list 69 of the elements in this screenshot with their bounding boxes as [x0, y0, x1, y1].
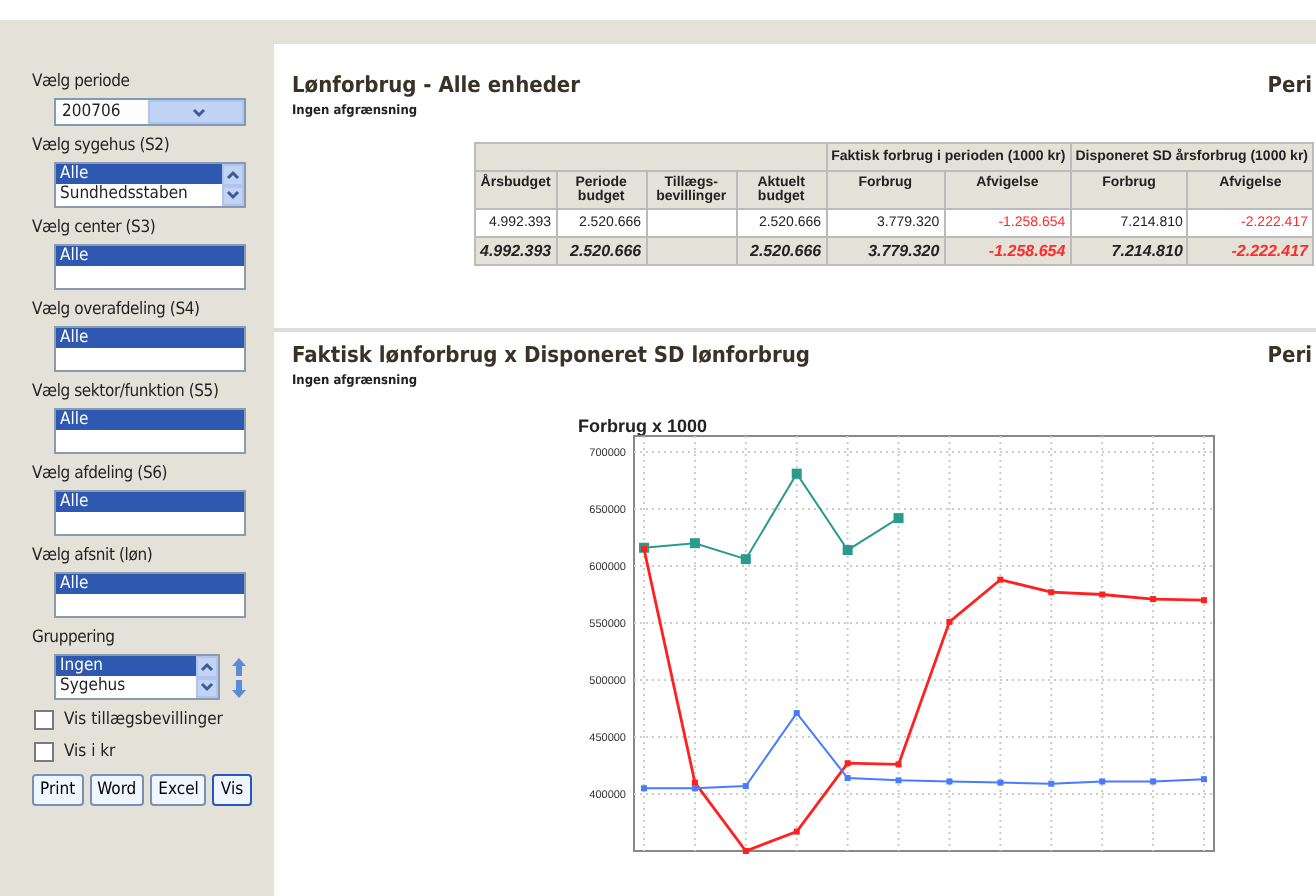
- listbox[interactable]: Alle: [54, 572, 246, 618]
- table-cell: -2.222.417: [1188, 238, 1312, 264]
- section-title: Faktisk lønforbrug x Disponeret SD lønforbrug: [292, 342, 811, 368]
- action-button[interactable]: Excel: [150, 774, 207, 806]
- point: [742, 783, 749, 790]
- table-cell: 4.992.393: [476, 238, 556, 264]
- list-option[interactable]: Alle: [56, 328, 244, 348]
- point: [997, 576, 1004, 583]
- list-option[interactable]: Alle: [56, 164, 222, 184]
- point: [1099, 778, 1106, 785]
- listbox[interactable]: Alle: [54, 490, 246, 536]
- action-button[interactable]: Print: [32, 774, 84, 806]
- table-cell: 3.779.320: [827, 238, 944, 264]
- point: [641, 785, 647, 792]
- point: [1201, 597, 1207, 604]
- listbox[interactable]: Alle: [54, 408, 246, 454]
- filter-label: Gruppering: [32, 628, 115, 648]
- list-option[interactable]: Alle: [56, 492, 244, 512]
- table-cell: -1.258.654: [945, 238, 1070, 264]
- list-option[interactable]: Alle: [56, 410, 244, 430]
- point: [1201, 776, 1207, 783]
- filter-label: Vælg periode: [32, 72, 130, 92]
- checkbox-label: Vis tillægsbevillinger: [64, 710, 223, 730]
- period-label: Peri: [1267, 72, 1312, 98]
- point: [842, 545, 853, 556]
- point: [1150, 596, 1157, 603]
- point: [793, 710, 800, 717]
- point: [740, 554, 751, 565]
- filter-label: Vælg overafdeling (S4): [32, 300, 200, 320]
- period-label: Peri: [1267, 342, 1312, 368]
- action-button[interactable]: Word: [89, 774, 145, 806]
- list-option[interactable]: Sundhedsstaben: [56, 184, 222, 204]
- point: [1048, 589, 1055, 596]
- checkbox-label: Vis i kr: [64, 742, 116, 762]
- list-option[interactable]: Alle: [56, 574, 244, 594]
- point: [997, 779, 1004, 786]
- point: [844, 775, 851, 782]
- point: [791, 468, 802, 479]
- filter-label: Vælg sygehus (S2): [32, 136, 170, 156]
- list-option[interactable]: Ingen: [56, 656, 196, 676]
- point: [893, 513, 904, 524]
- point: [793, 828, 800, 835]
- point: [689, 538, 700, 549]
- point: [895, 761, 902, 768]
- period-dropdown[interactable]: 200706: [54, 98, 246, 126]
- filter-label: Vælg sektor/funktion (S5): [32, 382, 219, 402]
- action-button[interactable]: Vis: [212, 774, 252, 806]
- listbox[interactable]: Alle: [54, 326, 246, 372]
- point: [1048, 780, 1055, 787]
- table-cell: 2.520.666: [557, 238, 646, 264]
- point: [946, 778, 953, 785]
- filter-label: Vælg center (S3): [32, 218, 156, 238]
- filter-label: Vælg afsnit (løn): [32, 546, 153, 566]
- point: [946, 618, 953, 625]
- list-option[interactable]: Alle: [56, 246, 244, 266]
- point: [1150, 778, 1157, 785]
- chart-title: Forbrug x 1000: [578, 416, 708, 436]
- point: [691, 785, 698, 792]
- point: [844, 760, 851, 767]
- listbox[interactable]: Alle: [54, 244, 246, 290]
- report-title: Lønforbrug - Alle enheder: [292, 72, 581, 98]
- table-cell: 2.520.666: [737, 238, 826, 264]
- point: [1099, 591, 1106, 598]
- listbox[interactable]: Alle Sundhedsstaben: [54, 162, 246, 208]
- point: [895, 777, 902, 784]
- list-option[interactable]: Sygehus: [56, 676, 196, 696]
- filter-label: Vælg afdeling (S6): [32, 464, 168, 484]
- table-cell: 7.214.810: [1071, 238, 1187, 264]
- listbox[interactable]: Ingen Sygehus: [54, 654, 220, 700]
